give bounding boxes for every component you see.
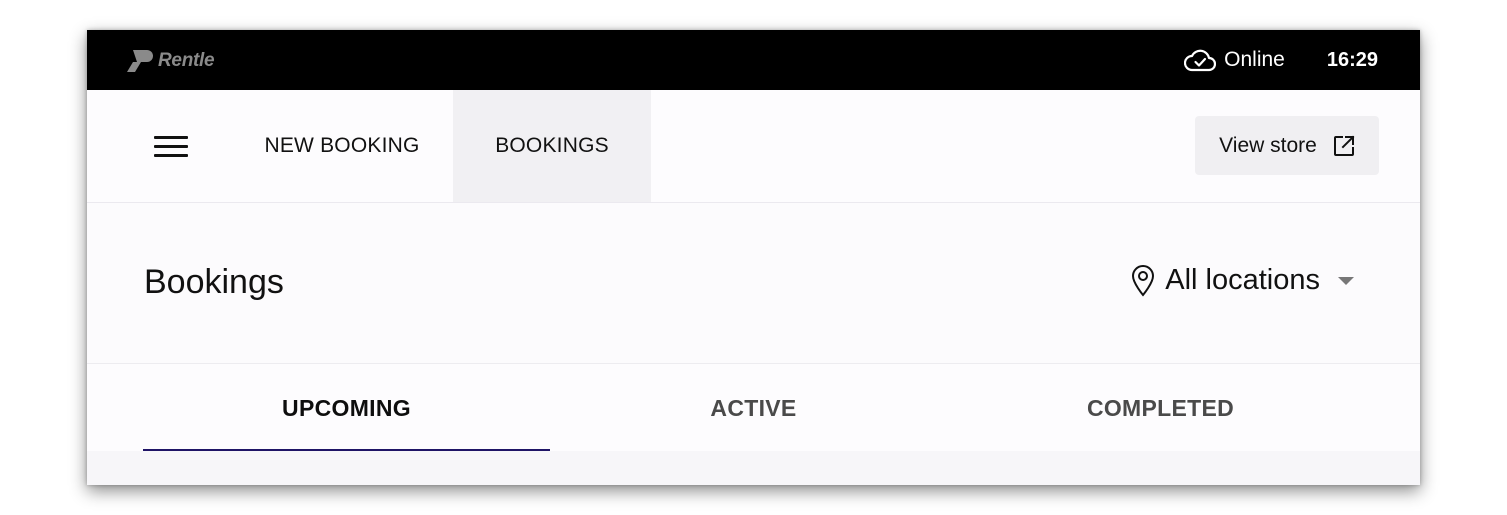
hamburger-menu-icon[interactable] — [154, 136, 188, 158]
connection-status-label: Online — [1224, 48, 1285, 71]
chevron-down-icon — [1338, 276, 1354, 285]
app-window: Rentle Online 16:29 NEW BOOKING BOOKINGS… — [87, 30, 1420, 485]
view-store-label: View store — [1219, 133, 1317, 157]
page-title: Bookings — [144, 263, 284, 301]
booking-tabs: UPCOMING ACTIVE COMPLETED — [87, 363, 1420, 452]
connection-status: Online — [1184, 47, 1285, 73]
external-link-icon — [1333, 135, 1355, 156]
view-store-button[interactable]: View store — [1195, 116, 1379, 175]
cloud-check-icon — [1184, 49, 1217, 72]
top-navigation: NEW BOOKING BOOKINGS View store — [87, 90, 1420, 203]
bookings-list-area — [87, 451, 1420, 485]
map-pin-icon — [1132, 264, 1155, 297]
brand-logo: Rentle — [127, 50, 215, 72]
tab-completed[interactable]: COMPLETED — [957, 364, 1364, 452]
status-bar: Rentle Online 16:29 — [87, 30, 1420, 90]
tab-active[interactable]: ACTIVE — [550, 364, 957, 452]
rentle-logo-icon — [127, 50, 153, 72]
clock: 16:29 — [1326, 48, 1378, 71]
tab-upcoming[interactable]: UPCOMING — [143, 364, 550, 452]
nav-new-booking[interactable]: NEW BOOKING — [232, 90, 452, 202]
nav-bookings[interactable]: BOOKINGS — [453, 90, 651, 202]
status-right: Online 16:29 — [1184, 30, 1378, 90]
location-filter[interactable]: All locations — [1131, 264, 1354, 297]
brand-name: Rentle — [158, 50, 215, 71]
location-filter-label: All locations — [1165, 264, 1320, 296]
